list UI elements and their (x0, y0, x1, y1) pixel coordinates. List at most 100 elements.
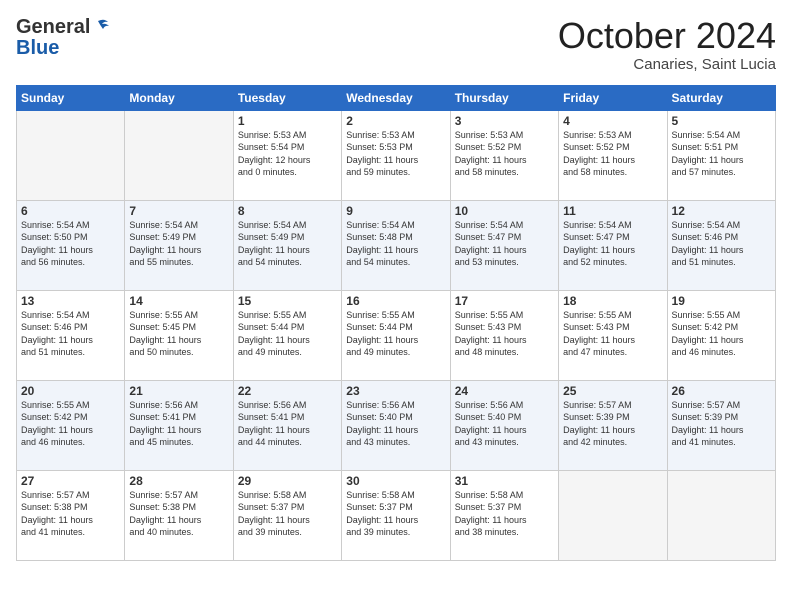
calendar-cell: 18Sunrise: 5:55 AMSunset: 5:43 PMDayligh… (559, 290, 667, 380)
calendar-cell: 8Sunrise: 5:54 AMSunset: 5:49 PMDaylight… (233, 200, 341, 290)
calendar-week-row: 6Sunrise: 5:54 AMSunset: 5:50 PMDaylight… (17, 200, 776, 290)
day-number: 9 (346, 204, 445, 218)
calendar-cell: 25Sunrise: 5:57 AMSunset: 5:39 PMDayligh… (559, 380, 667, 470)
day-info: Sunrise: 5:54 AMSunset: 5:48 PMDaylight:… (346, 219, 445, 269)
day-number: 7 (129, 204, 228, 218)
day-info: Sunrise: 5:57 AMSunset: 5:39 PMDaylight:… (563, 399, 662, 449)
day-number: 6 (21, 204, 120, 218)
calendar-cell (667, 470, 775, 560)
day-number: 3 (455, 114, 554, 128)
calendar-cell: 21Sunrise: 5:56 AMSunset: 5:41 PMDayligh… (125, 380, 233, 470)
day-info: Sunrise: 5:53 AMSunset: 5:52 PMDaylight:… (563, 129, 662, 179)
calendar-cell: 9Sunrise: 5:54 AMSunset: 5:48 PMDaylight… (342, 200, 450, 290)
col-saturday: Saturday (667, 85, 775, 110)
calendar-table: Sunday Monday Tuesday Wednesday Thursday… (16, 85, 776, 561)
day-number: 31 (455, 474, 554, 488)
day-number: 28 (129, 474, 228, 488)
col-wednesday: Wednesday (342, 85, 450, 110)
day-number: 2 (346, 114, 445, 128)
calendar-cell: 17Sunrise: 5:55 AMSunset: 5:43 PMDayligh… (450, 290, 558, 380)
calendar-cell: 16Sunrise: 5:55 AMSunset: 5:44 PMDayligh… (342, 290, 450, 380)
calendar-cell: 12Sunrise: 5:54 AMSunset: 5:46 PMDayligh… (667, 200, 775, 290)
day-number: 27 (21, 474, 120, 488)
header-row: Sunday Monday Tuesday Wednesday Thursday… (17, 85, 776, 110)
day-number: 30 (346, 474, 445, 488)
day-number: 8 (238, 204, 337, 218)
col-tuesday: Tuesday (233, 85, 341, 110)
calendar-cell: 29Sunrise: 5:58 AMSunset: 5:37 PMDayligh… (233, 470, 341, 560)
day-info: Sunrise: 5:55 AMSunset: 5:45 PMDaylight:… (129, 309, 228, 359)
day-info: Sunrise: 5:55 AMSunset: 5:43 PMDaylight:… (455, 309, 554, 359)
month-title: October 2024 (558, 16, 776, 56)
day-info: Sunrise: 5:54 AMSunset: 5:46 PMDaylight:… (672, 219, 771, 269)
calendar-cell: 24Sunrise: 5:56 AMSunset: 5:40 PMDayligh… (450, 380, 558, 470)
day-info: Sunrise: 5:57 AMSunset: 5:38 PMDaylight:… (21, 489, 120, 539)
calendar-cell: 28Sunrise: 5:57 AMSunset: 5:38 PMDayligh… (125, 470, 233, 560)
calendar-cell: 27Sunrise: 5:57 AMSunset: 5:38 PMDayligh… (17, 470, 125, 560)
day-info: Sunrise: 5:53 AMSunset: 5:53 PMDaylight:… (346, 129, 445, 179)
day-number: 17 (455, 294, 554, 308)
day-info: Sunrise: 5:54 AMSunset: 5:46 PMDaylight:… (21, 309, 120, 359)
calendar-cell: 6Sunrise: 5:54 AMSunset: 5:50 PMDaylight… (17, 200, 125, 290)
calendar-cell: 22Sunrise: 5:56 AMSunset: 5:41 PMDayligh… (233, 380, 341, 470)
calendar-cell: 4Sunrise: 5:53 AMSunset: 5:52 PMDaylight… (559, 110, 667, 200)
day-info: Sunrise: 5:55 AMSunset: 5:43 PMDaylight:… (563, 309, 662, 359)
day-info: Sunrise: 5:55 AMSunset: 5:42 PMDaylight:… (672, 309, 771, 359)
day-info: Sunrise: 5:57 AMSunset: 5:38 PMDaylight:… (129, 489, 228, 539)
day-number: 5 (672, 114, 771, 128)
day-number: 12 (672, 204, 771, 218)
col-monday: Monday (125, 85, 233, 110)
calendar-week-row: 1Sunrise: 5:53 AMSunset: 5:54 PMDaylight… (17, 110, 776, 200)
calendar-cell (559, 470, 667, 560)
day-info: Sunrise: 5:54 AMSunset: 5:47 PMDaylight:… (455, 219, 554, 269)
day-info: Sunrise: 5:54 AMSunset: 5:50 PMDaylight:… (21, 219, 120, 269)
day-number: 23 (346, 384, 445, 398)
day-number: 29 (238, 474, 337, 488)
day-info: Sunrise: 5:54 AMSunset: 5:47 PMDaylight:… (563, 219, 662, 269)
calendar-week-row: 20Sunrise: 5:55 AMSunset: 5:42 PMDayligh… (17, 380, 776, 470)
calendar-cell: 15Sunrise: 5:55 AMSunset: 5:44 PMDayligh… (233, 290, 341, 380)
calendar-week-row: 13Sunrise: 5:54 AMSunset: 5:46 PMDayligh… (17, 290, 776, 380)
day-number: 15 (238, 294, 337, 308)
calendar-cell: 19Sunrise: 5:55 AMSunset: 5:42 PMDayligh… (667, 290, 775, 380)
calendar-cell: 23Sunrise: 5:56 AMSunset: 5:40 PMDayligh… (342, 380, 450, 470)
day-number: 10 (455, 204, 554, 218)
day-number: 16 (346, 294, 445, 308)
calendar-cell (125, 110, 233, 200)
day-number: 25 (563, 384, 662, 398)
day-number: 14 (129, 294, 228, 308)
day-number: 20 (21, 384, 120, 398)
day-info: Sunrise: 5:54 AMSunset: 5:49 PMDaylight:… (238, 219, 337, 269)
col-sunday: Sunday (17, 85, 125, 110)
day-info: Sunrise: 5:53 AMSunset: 5:52 PMDaylight:… (455, 129, 554, 179)
day-number: 13 (21, 294, 120, 308)
calendar-cell: 14Sunrise: 5:55 AMSunset: 5:45 PMDayligh… (125, 290, 233, 380)
day-info: Sunrise: 5:55 AMSunset: 5:44 PMDaylight:… (238, 309, 337, 359)
day-number: 18 (563, 294, 662, 308)
calendar-cell: 31Sunrise: 5:58 AMSunset: 5:37 PMDayligh… (450, 470, 558, 560)
day-info: Sunrise: 5:53 AMSunset: 5:54 PMDaylight:… (238, 129, 337, 179)
day-info: Sunrise: 5:54 AMSunset: 5:49 PMDaylight:… (129, 219, 228, 269)
calendar-container: General Blue October 2024 Canaries, Sain… (0, 0, 792, 569)
calendar-cell: 11Sunrise: 5:54 AMSunset: 5:47 PMDayligh… (559, 200, 667, 290)
day-number: 24 (455, 384, 554, 398)
calendar-cell (17, 110, 125, 200)
logo-bird-icon (90, 16, 112, 38)
calendar-cell: 1Sunrise: 5:53 AMSunset: 5:54 PMDaylight… (233, 110, 341, 200)
day-number: 21 (129, 384, 228, 398)
logo: General Blue (16, 16, 113, 58)
col-friday: Friday (559, 85, 667, 110)
day-info: Sunrise: 5:56 AMSunset: 5:40 PMDaylight:… (455, 399, 554, 449)
calendar-cell: 7Sunrise: 5:54 AMSunset: 5:49 PMDaylight… (125, 200, 233, 290)
calendar-cell: 5Sunrise: 5:54 AMSunset: 5:51 PMDaylight… (667, 110, 775, 200)
calendar-cell: 30Sunrise: 5:58 AMSunset: 5:37 PMDayligh… (342, 470, 450, 560)
location-subtitle: Canaries, Saint Lucia (558, 56, 776, 73)
calendar-week-row: 27Sunrise: 5:57 AMSunset: 5:38 PMDayligh… (17, 470, 776, 560)
calendar-cell: 13Sunrise: 5:54 AMSunset: 5:46 PMDayligh… (17, 290, 125, 380)
day-info: Sunrise: 5:55 AMSunset: 5:44 PMDaylight:… (346, 309, 445, 359)
header: General Blue October 2024 Canaries, Sain… (16, 16, 776, 73)
day-info: Sunrise: 5:56 AMSunset: 5:41 PMDaylight:… (238, 399, 337, 449)
day-info: Sunrise: 5:56 AMSunset: 5:40 PMDaylight:… (346, 399, 445, 449)
day-info: Sunrise: 5:56 AMSunset: 5:41 PMDaylight:… (129, 399, 228, 449)
day-number: 1 (238, 114, 337, 128)
